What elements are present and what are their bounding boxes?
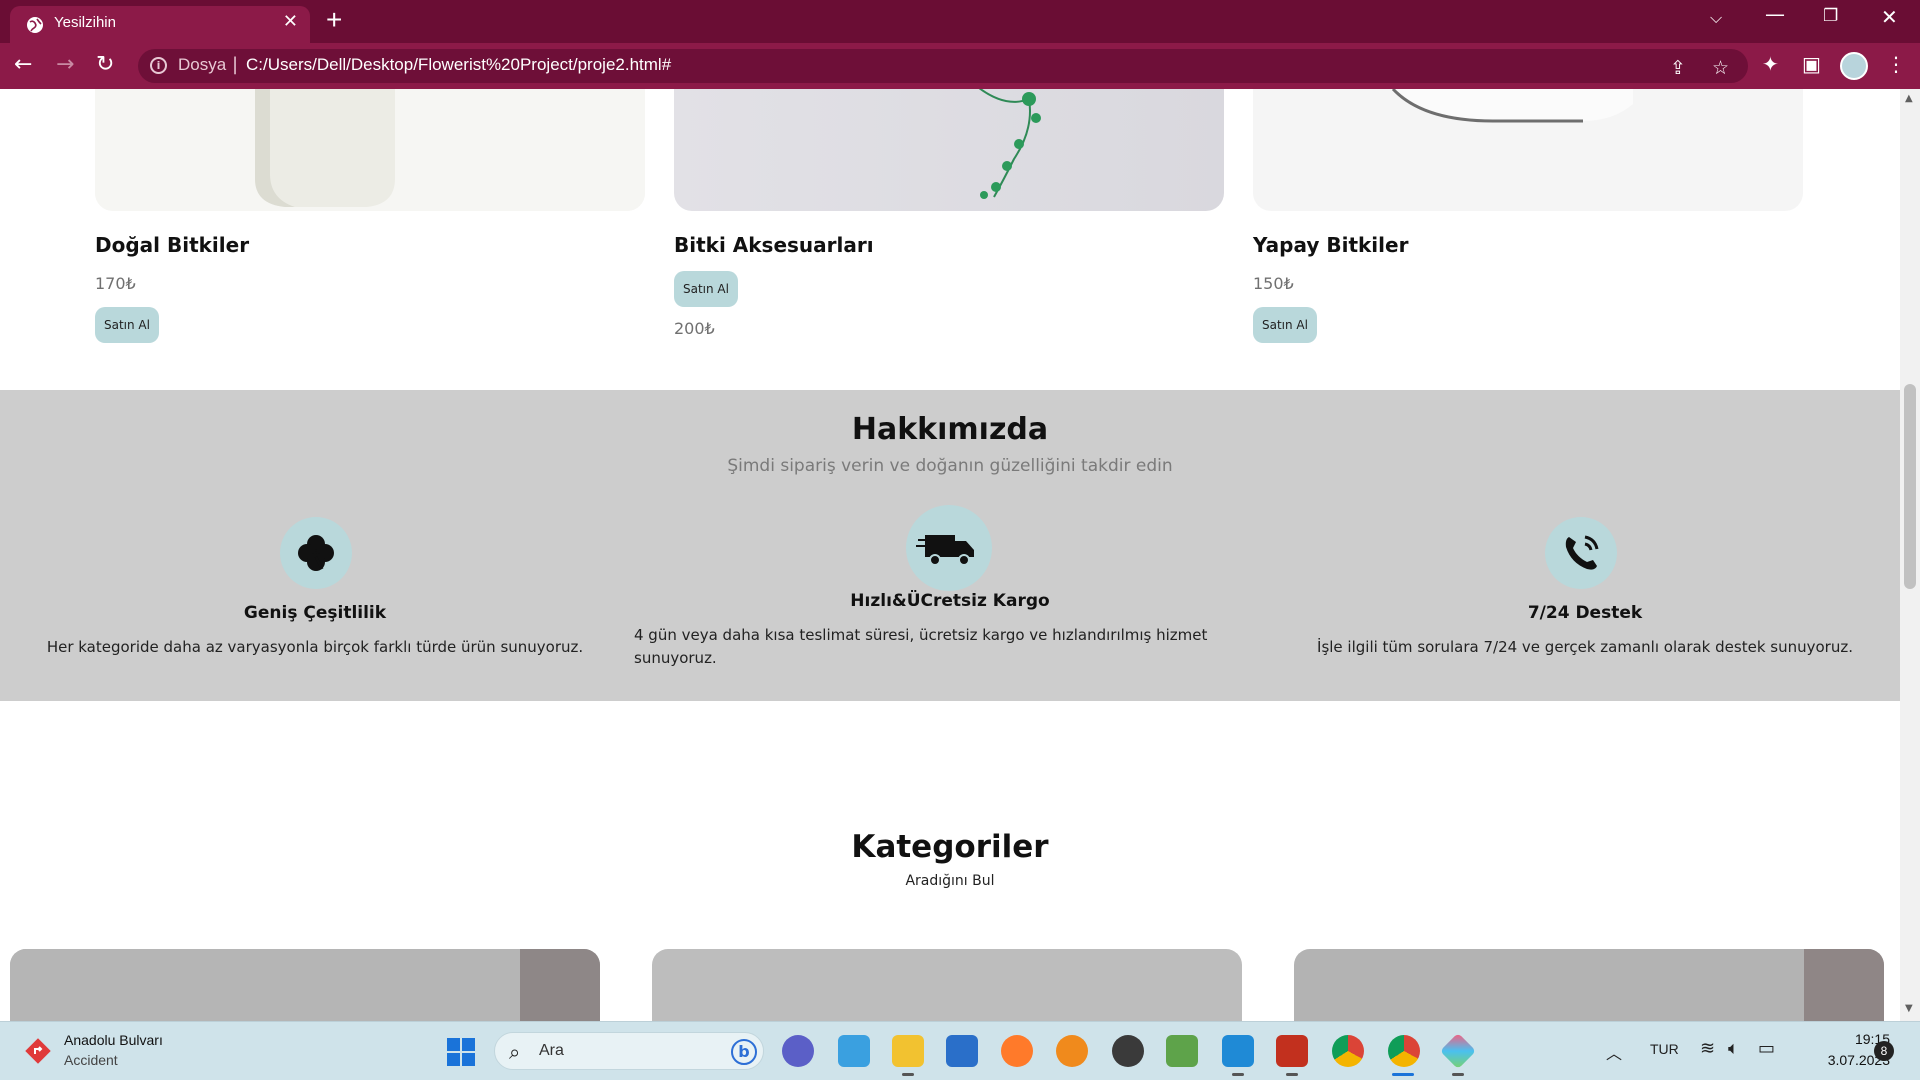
product-name: Doğal Bitkiler: [95, 233, 250, 257]
site-info-icon[interactable]: i: [150, 57, 167, 74]
traffic-alert-icon[interactable]: [24, 1037, 52, 1065]
battery-icon[interactable]: ▭: [1758, 1038, 1775, 1059]
scroll-up-icon[interactable]: ▲: [1905, 93, 1913, 104]
taskbar-search[interactable]: ⌕ Ara b: [494, 1032, 764, 1070]
new-tab-button[interactable]: +: [326, 5, 342, 35]
dark-circle-app-icon[interactable]: [1112, 1035, 1144, 1067]
app-active-indicator: [1392, 1073, 1414, 1076]
restore-icon[interactable]: ❐: [1823, 6, 1838, 26]
chrome-profile-icon[interactable]: [1388, 1035, 1420, 1067]
vscode-icon[interactable]: [1222, 1035, 1254, 1067]
language-indicator[interactable]: TUR: [1650, 1041, 1679, 1057]
back-arrow-icon[interactable]: ←: [14, 52, 32, 78]
feature-description: Her kategoride daha az varyasyonla birço…: [46, 638, 584, 656]
extensions-puzzle-icon[interactable]: ✦: [1762, 52, 1779, 76]
feature-description: İşle ilgili tüm sorulara 7/24 ve gerçek …: [1317, 638, 1853, 656]
mail-icon[interactable]: [946, 1035, 978, 1067]
red-app-icon[interactable]: [1276, 1035, 1308, 1067]
forward-arrow-icon[interactable]: →: [56, 52, 74, 78]
categories-subheading: Aradığını Bul: [905, 873, 995, 889]
search-placeholder: Ara: [539, 1042, 564, 1059]
vase-image: [95, 89, 645, 211]
reload-icon[interactable]: ↻: [96, 52, 114, 78]
search-magnifier-app-icon[interactable]: [1056, 1035, 1088, 1067]
notification-badge[interactable]: 8: [1874, 1041, 1894, 1061]
category-image: [10, 949, 600, 1021]
bing-icon[interactable]: b: [731, 1039, 757, 1065]
search-icon: ⌕: [509, 1040, 521, 1064]
share-icon[interactable]: ⇪: [1670, 57, 1686, 79]
colorful-app-icon[interactable]: [1439, 1032, 1477, 1070]
menu-kebab-icon[interactable]: ⋮: [1886, 52, 1906, 76]
chrome-icon[interactable]: [1332, 1035, 1364, 1067]
hanging-plant-image: [674, 89, 1224, 211]
scrollbar-thumb[interactable]: [1904, 384, 1916, 589]
product-name: Yapay Bitkiler: [1253, 233, 1409, 257]
feature-description: 4 gün veya daha kısa teslimat süresi, üc…: [634, 626, 1208, 667]
address-bar[interactable]: i Dosya | C:/Users/Dell/Desktop/Floweris…: [138, 49, 1748, 83]
globe-icon: [27, 17, 43, 33]
news-widget-subtitle[interactable]: Accident: [64, 1052, 118, 1068]
category-card[interactable]: [10, 949, 600, 1021]
product-price: 170₺: [95, 274, 136, 293]
tab-title: Yesilzihin: [54, 14, 116, 31]
product-name: Bitki Aksesuarları: [674, 233, 874, 257]
clover-icon: [280, 517, 352, 589]
image-viewer-icon[interactable]: [1166, 1035, 1198, 1067]
scroll-down-icon[interactable]: ▼: [1905, 1003, 1913, 1014]
about-heading: Hakkımızda: [851, 412, 1049, 447]
address-separator: |: [232, 54, 239, 75]
page-viewport: Doğal Bitkiler 170₺ Satın Al Bitki Akses…: [0, 89, 1900, 1021]
about-subheading: Şimdi sipariş verin ve doğanın güzelliği…: [727, 456, 1173, 476]
category-card[interactable]: [1294, 949, 1884, 1021]
page-scrollbar[interactable]: ▲ ▼: [1900, 89, 1920, 1021]
tray-chevron-icon[interactable]: ︿: [1606, 1040, 1622, 1064]
about-section: Hakkımızda Şimdi sipariş verin ve doğanı…: [0, 390, 1900, 701]
phone-icon: [1545, 517, 1617, 589]
product-price: 200₺: [674, 319, 715, 338]
tab-close-icon[interactable]: ✕: [283, 13, 298, 31]
product-price: 150₺: [1253, 274, 1294, 293]
category-card[interactable]: [652, 949, 1242, 1021]
teams-chat-icon[interactable]: [782, 1035, 814, 1067]
address-scheme: Dosya: [178, 55, 227, 74]
windows-taskbar: Anadolu Bulvarı Accident ⌕ Ara b ︿ TUR ≋…: [0, 1021, 1920, 1080]
product-image: [95, 89, 645, 211]
categories-heading: Kategoriler: [851, 829, 1049, 865]
side-panel-icon[interactable]: ▣: [1802, 52, 1821, 76]
bookmark-star-icon[interactable]: ☆: [1712, 57, 1729, 79]
feature-title: 7/24 Destek: [1527, 603, 1643, 623]
browser-tab[interactable]: Yesilzihin ✕: [10, 6, 310, 43]
volume-icon[interactable]: 🔈︎: [1728, 1038, 1739, 1059]
truck-icon: [906, 505, 992, 591]
category-image: [1294, 949, 1884, 1021]
buy-button[interactable]: Satın Al: [674, 271, 738, 307]
app-running-indicator: [1452, 1073, 1464, 1076]
store-icon[interactable]: [838, 1035, 870, 1067]
windows-start-icon[interactable]: [446, 1037, 476, 1067]
firefox-icon[interactable]: [1001, 1035, 1033, 1067]
app-running-indicator: [1286, 1073, 1298, 1076]
white-pot-image: [1253, 89, 1803, 211]
feature-title: Geniş Çeşitlilik: [243, 603, 387, 623]
buy-button[interactable]: Satın Al: [95, 307, 159, 343]
file-explorer-icon[interactable]: [892, 1035, 924, 1067]
category-image: [652, 949, 1242, 1021]
wifi-icon[interactable]: ≋: [1700, 1038, 1715, 1059]
address-url[interactable]: C:/Users/Dell/Desktop/Flowerist%20Projec…: [246, 55, 671, 75]
profile-avatar[interactable]: [1840, 52, 1868, 80]
browser-tab-strip: Yesilzihin ✕ + ⌵ — ❐ ✕: [0, 0, 1920, 43]
tab-search-chevron-icon[interactable]: ⌵: [1710, 8, 1722, 28]
app-running-indicator: [902, 1073, 914, 1076]
product-image: [1253, 89, 1803, 211]
feature-title: Hızlı&ÜCretsiz Kargo: [850, 591, 1050, 611]
close-window-icon[interactable]: ✕: [1881, 5, 1898, 29]
app-running-indicator: [1232, 1073, 1244, 1076]
browser-toolbar: ← → ↻ i Dosya | C:/Users/Dell/Desktop/Fl…: [0, 43, 1920, 89]
product-image: [674, 89, 1224, 211]
minimize-icon[interactable]: —: [1765, 2, 1785, 26]
news-widget-title[interactable]: Anadolu Bulvarı: [64, 1032, 163, 1048]
buy-button[interactable]: Satın Al: [1253, 307, 1317, 343]
